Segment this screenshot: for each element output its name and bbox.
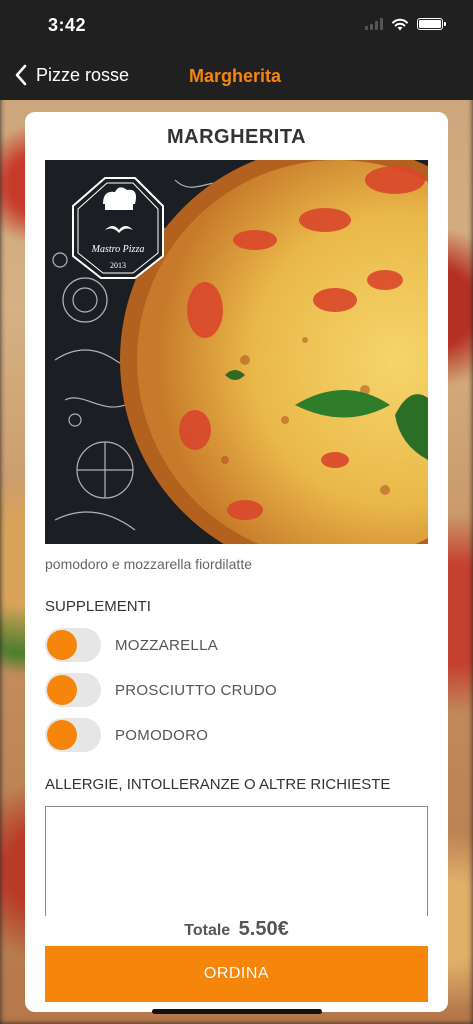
supplement-toggle[interactable] [45, 628, 101, 662]
supplement-label: POMODORO [115, 726, 209, 744]
back-label: Pizze rosse [36, 64, 130, 85]
supplement-label: MOZZARELLA [115, 636, 219, 654]
chevron-left-icon [15, 64, 27, 86]
status-time: 3:42 [48, 15, 87, 35]
navigation-bar: Pizze rosse Margherita [0, 52, 473, 100]
nav-title: Margherita [189, 66, 282, 86]
supplements-title: SUPPLEMENTI [45, 598, 151, 615]
total: Totale 5.50€ [25, 918, 448, 941]
toggle-knob [47, 720, 77, 750]
supplement-toggle[interactable] [45, 718, 101, 752]
home-indicator [152, 1009, 322, 1014]
supplement-row[interactable]: MOZZARELLA [45, 628, 218, 662]
back-button[interactable]: Pizze rosse [14, 64, 129, 86]
status-icons [365, 17, 446, 31]
logo-year: 2013 [110, 261, 126, 270]
product-title: MARGHERITA [166, 126, 307, 148]
supplement-row[interactable]: POMODORO [45, 718, 208, 752]
order-button[interactable]: ORDINA [45, 946, 428, 1002]
total-label: Totale [184, 922, 231, 939]
status-bar: 3:42 [0, 0, 473, 52]
signal-icon [365, 18, 383, 30]
brand-logo: Mastro Pizza 2013 [72, 177, 164, 279]
battery-icon [417, 18, 446, 30]
toggle-knob [47, 630, 77, 660]
logo-name: Mastro Pizza [91, 244, 145, 255]
product-photo: Mastro Pizza 2013 [45, 160, 428, 544]
supplement-row[interactable]: PROSCIUTTO CRUDO [45, 673, 277, 707]
supplement-toggle[interactable] [45, 673, 101, 707]
toggle-knob [47, 675, 77, 705]
wifi-icon [392, 18, 408, 31]
product-card: MARGHERITA Mastro Pizza 2013 pomodoro e … [25, 112, 448, 1012]
requests-title: ALLERGIE, INTOLLERANZE O ALTRE RICHIESTE [45, 776, 391, 793]
total-amount: 5.50€ [238, 918, 289, 940]
product-description: pomodoro e mozzarella fiordilatte [45, 556, 252, 572]
requests-textarea[interactable] [45, 806, 428, 916]
supplement-label: PROSCIUTTO CRUDO [115, 681, 278, 699]
